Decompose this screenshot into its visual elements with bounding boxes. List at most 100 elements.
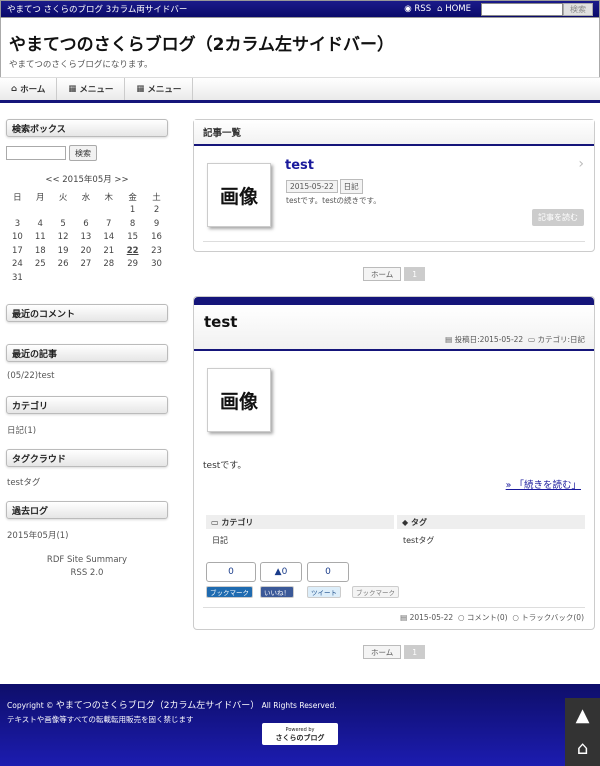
- post-title-link[interactable]: test: [285, 158, 314, 173]
- calendar-day: 28: [103, 259, 115, 270]
- tag-link[interactable]: testタグ: [7, 476, 40, 488]
- continue-reading-link[interactable]: » 「続きを読む」: [506, 477, 581, 491]
- calendar-day: [120, 271, 145, 285]
- comment-link[interactable]: コメント(0): [467, 613, 508, 622]
- sidebar-search-button[interactable]: 検索: [69, 145, 97, 161]
- sakura-blog-badge[interactable]: Powered by さくらのブログ: [262, 723, 338, 745]
- tweet-button[interactable]: ツイート: [307, 586, 341, 598]
- tag-icon: ◆: [402, 517, 409, 527]
- nav-menu-2[interactable]: ▦ メニュー: [125, 78, 194, 100]
- article-category-link[interactable]: カテゴリ:日記: [537, 335, 585, 344]
- site-header: やまてつのさくらブログ（2カラム左サイドバー） やまてつのさくらブログになります…: [0, 18, 600, 77]
- archive-link[interactable]: 2015年05月(1): [7, 529, 69, 541]
- post-list-heading: 記事一覧: [194, 120, 594, 146]
- article-tag-value[interactable]: testタグ: [403, 535, 434, 546]
- top-bar: やまてつ さくらのブログ 3カラム両サイドバー ◉ RSS ⌂ HOME 検索: [0, 0, 600, 18]
- top-search-input[interactable]: [481, 2, 563, 16]
- nav-home[interactable]: ⌂ ホーム: [0, 78, 58, 100]
- calendar-caption[interactable]: << 2015年05月 >>: [6, 173, 168, 185]
- list-pager: ホーム 1: [193, 267, 595, 281]
- calendar-day: 8: [129, 218, 136, 229]
- home-button[interactable]: ⌂: [565, 731, 600, 766]
- category-box-heading: ▭ カテゴリ: [206, 515, 394, 529]
- badge-name: さくらのブログ: [275, 734, 325, 742]
- site-title[interactable]: やまてつのさくらブログ（2カラム左サイドバー）: [9, 30, 591, 55]
- calendar-day: 26: [57, 259, 69, 270]
- site-tagline: やまてつ さくらのブログ 3カラム両サイドバー: [7, 5, 188, 15]
- recent-post-link[interactable]: (05/22)test: [7, 371, 54, 381]
- bookmark-button[interactable]: ブックマーク: [352, 586, 399, 598]
- calendar-day: [74, 204, 97, 218]
- facebook-like-button[interactable]: いいね！: [260, 586, 294, 598]
- calendar-day: 6: [83, 218, 89, 229]
- badge-powered-by: Powered by: [285, 727, 315, 733]
- like-count: ▲ 0: [260, 562, 302, 582]
- article-title[interactable]: test: [204, 313, 237, 331]
- nav-menu-1[interactable]: ▦ メニュー: [57, 78, 126, 100]
- category-heading: カテゴリ: [6, 396, 168, 414]
- recent-comments-widget: 最近のコメント: [6, 304, 168, 322]
- post-excerpt: testです。testの続きです。: [286, 196, 381, 205]
- rdf-link[interactable]: RDF Site Summary: [6, 554, 168, 567]
- feed-links: RDF Site Summary RSS 2.0: [6, 554, 168, 580]
- calendar-day: 17: [12, 245, 23, 256]
- hatena-bookmark-button[interactable]: ブックマーク: [206, 586, 253, 598]
- footer-notice: テキストや画像等すべての転載転用販売を固く禁じます: [7, 715, 194, 724]
- post-category-badge[interactable]: 日記: [339, 179, 363, 194]
- calendar: << 2015年05月 >> 日月火水木金土 1 2 3 4 5 6 7 8 9 10 11 12 13 1…: [6, 173, 168, 285]
- comment-icon: ○: [457, 613, 465, 622]
- pager-home[interactable]: ホーム: [362, 645, 402, 659]
- sidebar-search-input[interactable]: [6, 146, 66, 160]
- calendar-day: 4: [37, 218, 43, 229]
- trackback-link[interactable]: トラックバック(0): [521, 613, 584, 622]
- tag-cloud-heading: タグクラウド: [6, 449, 168, 467]
- article-thumbnail: 画像: [207, 368, 271, 432]
- calendar-day: 20: [80, 245, 92, 256]
- thumbs-up-icon: ▲: [274, 567, 282, 577]
- calendar-icon: ▤: [445, 335, 453, 344]
- calendar-day: [29, 271, 52, 285]
- top-search-button[interactable]: 検索: [563, 2, 593, 16]
- calendar-day: [74, 271, 97, 285]
- home-icon: ⌂: [437, 4, 443, 14]
- post-thumbnail[interactable]: 画像: [207, 163, 271, 227]
- read-article-button[interactable]: 記事を読む: [532, 209, 584, 226]
- chevron-right-icon[interactable]: ›: [578, 156, 584, 172]
- article-body: testです。: [203, 461, 247, 471]
- calendar-day: 13: [80, 232, 92, 243]
- recent-posts-widget: 最近の記事: [6, 344, 168, 362]
- article-footer-meta: ▤ 2015-05-22 ○ コメント(0) ○ トラックバック(0): [400, 613, 584, 622]
- article-category-value[interactable]: 日記: [212, 535, 228, 546]
- rss-feed-link[interactable]: RSS 2.0: [6, 567, 168, 580]
- pager-home[interactable]: ホーム: [362, 267, 402, 281]
- article-topbar: [194, 297, 594, 305]
- divider: [203, 607, 585, 608]
- post-list-card: 記事一覧 画像 test 2015-05-22 日記 testです。testの続き…: [193, 119, 595, 252]
- footer-site-link[interactable]: やまてつのさくらブログ（2カラム左サイドバー）: [56, 701, 259, 711]
- scroll-top-button[interactable]: ▲: [565, 698, 600, 733]
- home-link[interactable]: ⌂ HOME: [437, 4, 471, 14]
- home-icon: ⌂: [11, 84, 18, 94]
- calendar-day: [52, 204, 75, 218]
- calendar-day: 3: [14, 218, 21, 229]
- calendar-weekday: 火: [58, 192, 68, 203]
- category-link[interactable]: 日記(1): [7, 424, 36, 436]
- home-icon: ⌂: [576, 738, 589, 759]
- tag-cloud-widget: タグクラウド: [6, 449, 168, 467]
- grid-icon: ▦: [68, 84, 77, 94]
- calendar-day: 25: [34, 259, 46, 270]
- article-pager: ホーム 1: [193, 645, 595, 659]
- calendar-day: 15: [127, 232, 139, 243]
- calendar-day[interactable]: 22: [120, 244, 145, 258]
- calendar-day: 5: [60, 218, 66, 229]
- tag-box-heading: ◆ タグ: [397, 515, 585, 529]
- calendar-day: 30: [151, 259, 162, 270]
- rss-link[interactable]: ◉ RSS: [404, 4, 431, 14]
- calendar-day: 21: [103, 245, 115, 256]
- site-footer: Copyright © やまてつのさくらブログ（2カラム左サイドバー） All …: [0, 684, 600, 766]
- calendar-day: [97, 204, 120, 218]
- main-area: 検索ボックス 検索 << 2015年05月 >> 日月火水木金土12345678…: [0, 104, 600, 684]
- calendar-day: 16: [151, 232, 162, 243]
- tweet-count: 0: [307, 562, 349, 582]
- calendar-day: 29: [127, 259, 139, 270]
